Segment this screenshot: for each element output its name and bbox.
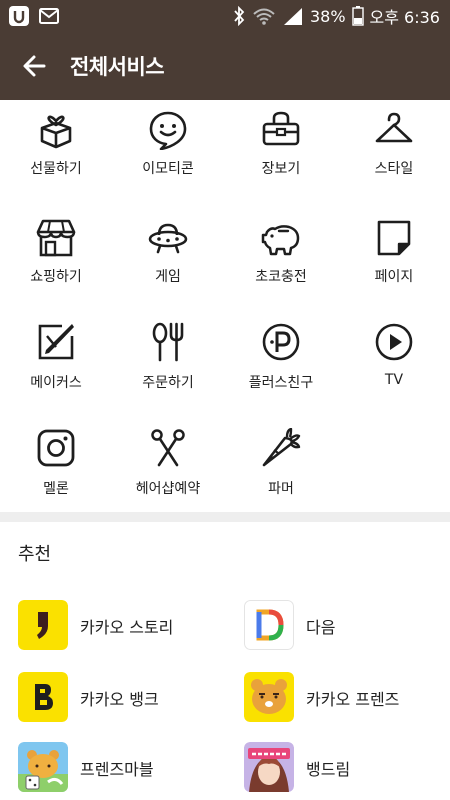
gift-icon	[36, 110, 76, 150]
ufo-icon	[148, 218, 188, 258]
service-label: 스타일	[374, 161, 414, 177]
carrier-icon	[8, 5, 30, 27]
recommend-title: 추천	[18, 544, 52, 565]
service-label: 초코충전	[255, 269, 307, 285]
kakao-friends-icon	[244, 672, 294, 722]
service-makers[interactable]: 메이커스	[0, 312, 112, 418]
service-gift[interactable]: 선물하기	[0, 100, 112, 206]
recommend-item-bang-dream[interactable]: 뱅드림	[244, 742, 450, 798]
services-grid: 선물하기 이모티콘 장보기 스타일 쇼핑하기 게임 초코충전 페이지 메이커스 …	[0, 100, 450, 512]
service-label: 주문하기	[142, 375, 194, 391]
service-choco[interactable]: 초코충전	[225, 206, 337, 312]
recommend-label: 카카오 프렌즈	[306, 690, 400, 709]
service-grocery[interactable]: 장보기	[225, 100, 337, 206]
recommend-item-friends-marble[interactable]: 프렌즈마블	[18, 742, 238, 798]
service-label: 헤어샵예약	[135, 481, 201, 497]
service-label: 선물하기	[30, 161, 82, 177]
service-label: 플러스친구	[248, 375, 314, 391]
scissors-icon	[148, 428, 188, 468]
service-plusfriend[interactable]: 플러스친구	[225, 312, 337, 418]
service-page[interactable]: 페이지	[338, 206, 450, 312]
recommend-label: 뱅드림	[306, 760, 351, 779]
service-game[interactable]: 게임	[112, 206, 224, 312]
status-bar: 38% 오후 6:36	[0, 0, 450, 32]
friends-marble-icon	[18, 742, 68, 792]
battery-icon	[351, 6, 364, 26]
wifi-icon	[252, 6, 276, 26]
play-icon	[374, 322, 414, 362]
service-tv[interactable]: TV	[338, 312, 450, 418]
makers-icon	[36, 322, 76, 362]
recommend-label: 프렌즈마블	[80, 760, 154, 779]
recommend-item-kakao-story[interactable]: 카카오 스토리	[18, 600, 238, 656]
service-label: 멜론	[43, 481, 69, 497]
hanger-icon	[374, 110, 414, 150]
service-hairshop[interactable]: 헤어샵예약	[112, 418, 224, 524]
service-label: 페이지	[374, 269, 414, 285]
section-divider	[0, 512, 450, 522]
battery-text: 38%	[309, 6, 346, 26]
service-shopping[interactable]: 쇼핑하기	[0, 206, 112, 312]
back-arrow-icon	[18, 55, 52, 86]
status-time: 오후 6:36	[369, 8, 440, 27]
kakao-story-icon	[18, 600, 68, 650]
recommend-item-daum[interactable]: 다음	[244, 600, 450, 656]
status-right: 38% 오후 6:36	[232, 4, 440, 28]
status-left	[8, 5, 60, 27]
service-label: 장보기	[261, 161, 301, 177]
service-label: 파머	[268, 481, 294, 497]
carrot-icon	[261, 428, 301, 468]
fork-spoon-icon	[148, 322, 188, 362]
piggy-bank-icon	[261, 218, 301, 258]
service-melon[interactable]: 멜론	[0, 418, 112, 524]
bang-dream-icon	[244, 742, 294, 792]
service-emoticon[interactable]: 이모티콘	[112, 100, 224, 206]
store-icon	[36, 218, 76, 258]
daum-icon	[244, 600, 294, 650]
service-order[interactable]: 주문하기	[112, 312, 224, 418]
shopping-bag-icon	[261, 110, 301, 150]
kakao-bank-icon	[18, 672, 68, 722]
plus-friend-icon	[261, 322, 301, 362]
emoticon-icon	[148, 110, 188, 150]
mail-icon	[38, 5, 60, 27]
recommend-label: 다음	[306, 618, 336, 637]
recommend-label: 카카오 뱅크	[80, 690, 159, 709]
bluetooth-icon	[232, 6, 246, 26]
recommend-item-kakao-friends[interactable]: 카카오 프렌즈	[244, 672, 450, 728]
service-label: 게임	[155, 269, 181, 285]
signal-icon	[282, 6, 304, 26]
app-bar: 전체서비스	[0, 32, 450, 100]
service-label: 이모티콘	[142, 161, 194, 177]
recommend-item-kakao-bank[interactable]: 카카오 뱅크	[18, 672, 238, 728]
service-label: 메이커스	[30, 375, 82, 391]
page-icon	[374, 218, 414, 258]
service-farmer[interactable]: 파머	[225, 418, 337, 524]
melon-icon	[36, 428, 76, 468]
service-label: 쇼핑하기	[30, 269, 82, 285]
page-title: 전체서비스	[70, 55, 165, 79]
service-style[interactable]: 스타일	[338, 100, 450, 206]
back-button[interactable]	[18, 50, 52, 82]
recommend-label: 카카오 스토리	[80, 618, 174, 637]
service-label: TV	[384, 372, 404, 388]
